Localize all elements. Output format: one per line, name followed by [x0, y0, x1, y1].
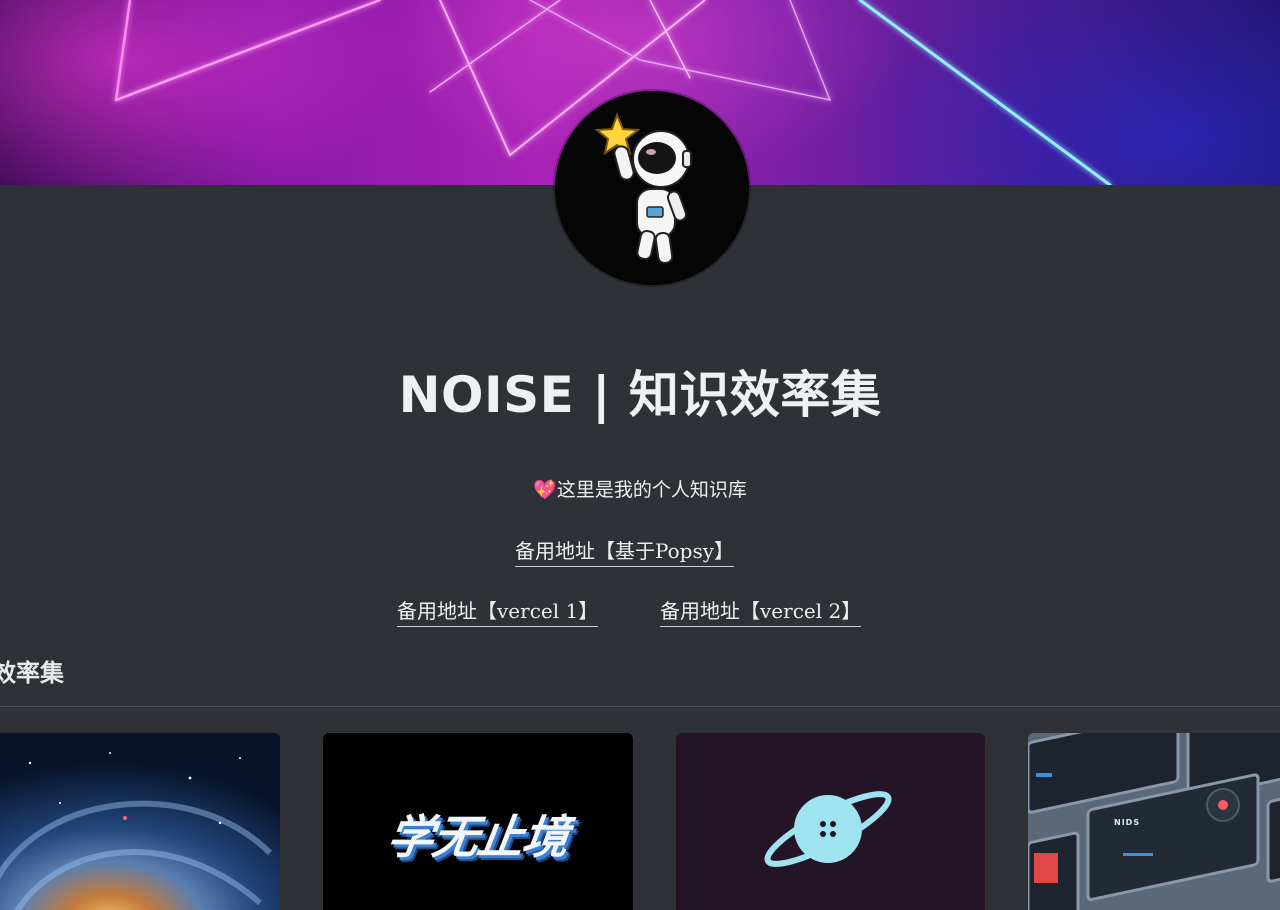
gallery-card-galaxy[interactable]	[0, 733, 280, 910]
vercel-2-mirror-link[interactable]: 备用地址【vercel 2】	[660, 597, 862, 627]
astronaut-icon	[594, 112, 692, 265]
page: NOISE | 知识效率集 💖这里是我的个人知识库 备用地址【基于Popsy】 …	[0, 0, 1280, 910]
gallery-card-planet[interactable]	[676, 733, 985, 910]
galaxy-image	[0, 733, 280, 910]
section-divider	[0, 706, 1280, 707]
popsy-mirror-link[interactable]: 备用地址【基于Popsy】	[515, 537, 735, 567]
gallery-card-learning[interactable]: 学无止境	[323, 733, 633, 910]
learning-image: 学无止境	[383, 810, 572, 864]
dashboard-image	[1028, 733, 1280, 910]
page-description: 💖这里是我的个人知识库	[533, 479, 747, 501]
vercel-1-mirror-link[interactable]: 备用地址【vercel 1】	[397, 597, 599, 627]
page-title: NOISE | 知识效率集	[398, 366, 882, 424]
gallery-card-dashboard[interactable]: NIDS	[1028, 733, 1280, 910]
planet-logo-image	[764, 791, 892, 867]
section-heading: 知识效率集	[0, 659, 64, 687]
dashboard-label: NIDS	[1114, 818, 1141, 827]
astronaut-avatar	[555, 91, 749, 285]
